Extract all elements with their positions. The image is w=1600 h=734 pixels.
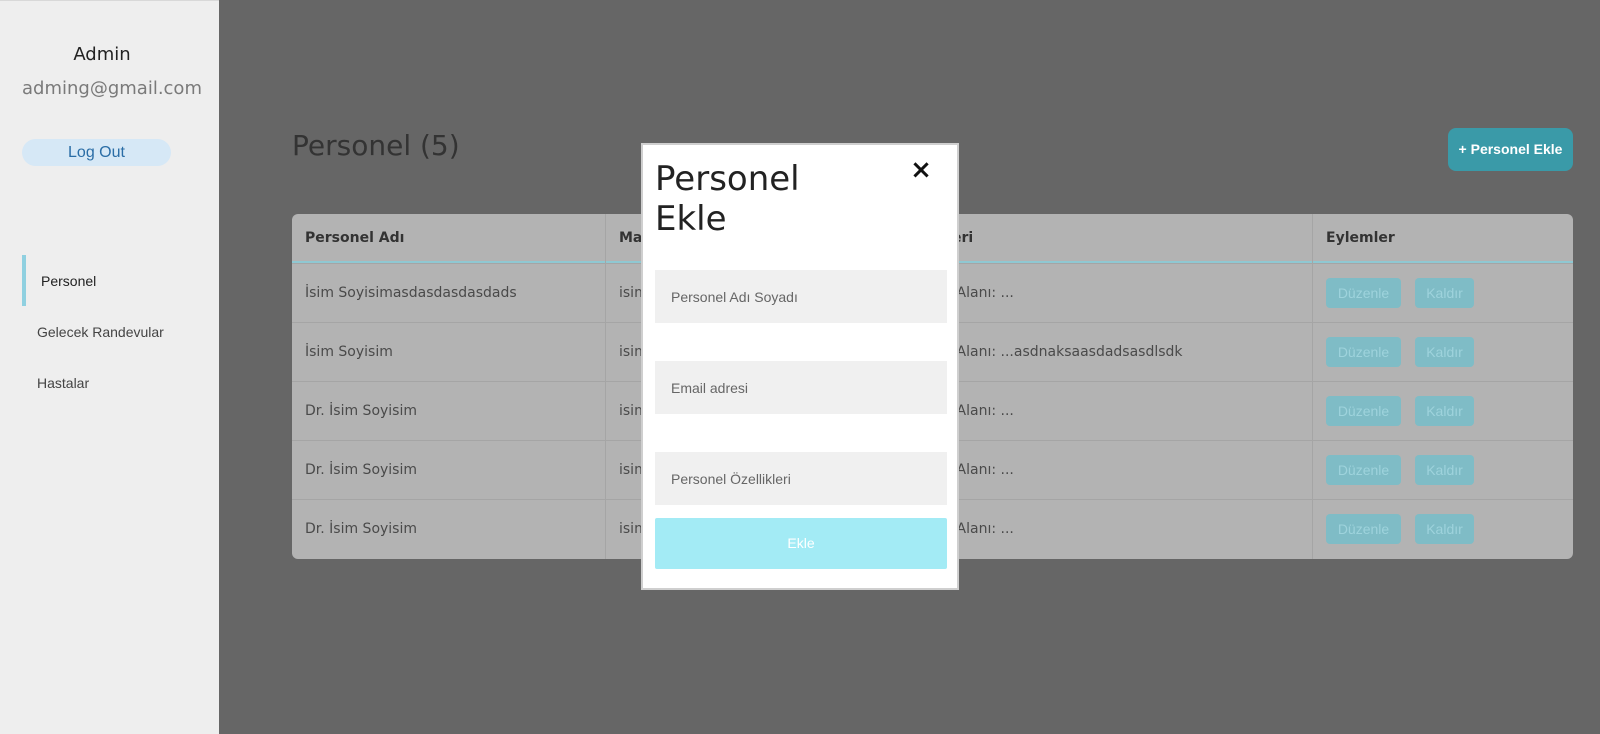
sidebar-nav: Personel Gelecek Randevular Hastalar <box>22 255 212 408</box>
remove-button[interactable]: Kaldır <box>1415 514 1474 544</box>
row-actions: Düzenle Kaldır <box>1326 455 1474 485</box>
remove-button[interactable]: Kaldır <box>1415 337 1474 367</box>
remove-button[interactable]: Kaldır <box>1415 455 1474 485</box>
column-header-actions: Eylemler <box>1312 214 1573 263</box>
sidebar-item-upcoming-appointments[interactable]: Gelecek Randevular <box>22 306 212 357</box>
modal-title: Personel Ekle <box>655 159 800 239</box>
remove-button[interactable]: Kaldır <box>1415 396 1474 426</box>
sidebar: Admin adming@gmail.com Log Out Personel … <box>0 0 219 734</box>
logout-button[interactable]: Log Out <box>22 139 171 166</box>
sidebar-item-label: Gelecek Randevular <box>37 323 164 340</box>
sidebar-item-label: Hastalar <box>37 374 90 391</box>
row-actions: Düzenle Kaldır <box>1326 337 1474 367</box>
staff-features-input[interactable] <box>655 452 947 505</box>
sidebar-item-label: Personel <box>41 272 97 289</box>
cell-name: Dr. İsim Soyisim <box>292 382 606 441</box>
row-actions: Düzenle Kaldır <box>1326 278 1474 308</box>
cell-name: İsim Soyisim <box>292 323 606 382</box>
row-actions: Düzenle Kaldır <box>1326 396 1474 426</box>
edit-button[interactable]: Düzenle <box>1326 455 1401 485</box>
page-title: Personel (5) <box>292 129 460 162</box>
add-staff-button[interactable]: + Personel Ekle <box>1448 128 1573 171</box>
row-actions: Düzenle Kaldır <box>1326 514 1474 544</box>
add-staff-modal: Personel Ekle × Ekle <box>641 143 959 590</box>
sidebar-item-patients[interactable]: Hastalar <box>22 357 212 408</box>
remove-button[interactable]: Kaldır <box>1415 278 1474 308</box>
cell-name: Dr. İsim Soyisim <box>292 441 606 500</box>
cell-name: İsim Soyisimasdasdasdasdads <box>292 264 606 323</box>
edit-button[interactable]: Düzenle <box>1326 514 1401 544</box>
user-email: adming@gmail.com <box>22 78 202 99</box>
staff-name-input[interactable] <box>655 270 947 323</box>
edit-button[interactable]: Düzenle <box>1326 396 1401 426</box>
sidebar-item-personel[interactable]: Personel <box>22 255 212 306</box>
edit-button[interactable]: Düzenle <box>1326 337 1401 367</box>
close-icon[interactable]: × <box>909 157 933 183</box>
column-header-name: Personel Adı <box>292 214 606 263</box>
email-field[interactable] <box>655 361 947 414</box>
cell-name: Dr. İsim Soyisim <box>292 500 606 559</box>
add-submit-button[interactable]: Ekle <box>655 518 947 569</box>
user-name: Admin <box>73 44 131 65</box>
edit-button[interactable]: Düzenle <box>1326 278 1401 308</box>
